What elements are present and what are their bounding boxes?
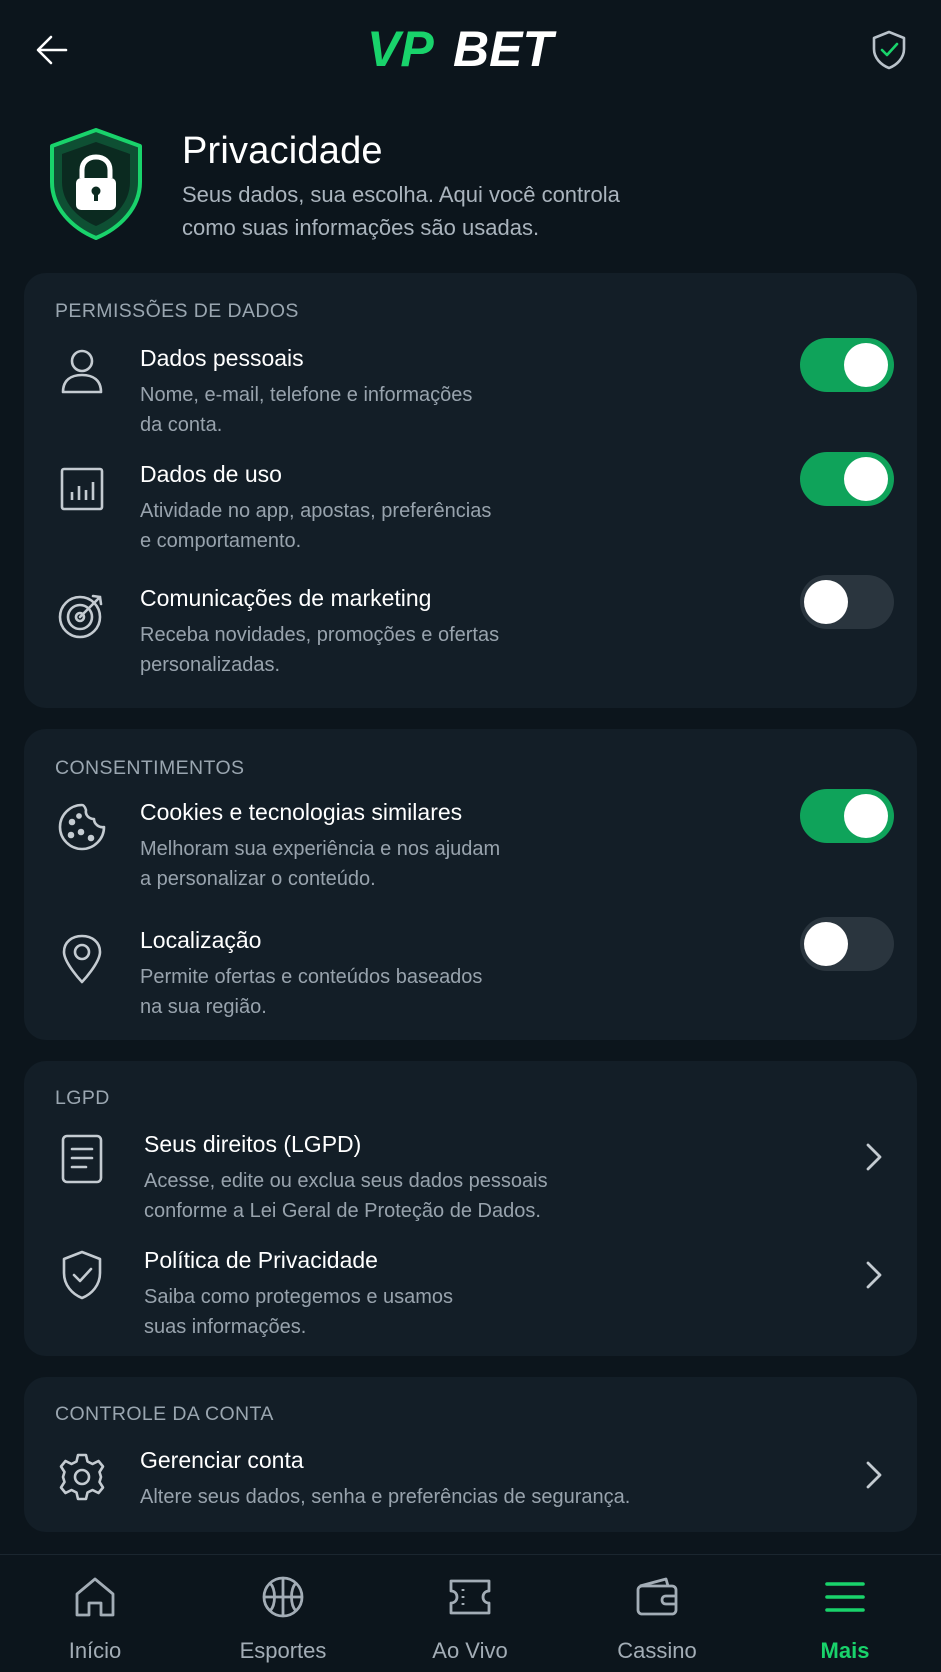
cookies-toggle[interactable] [800, 789, 894, 843]
page-title: Privacidade [182, 130, 383, 172]
consents-card: CONSENTIMENTOS Cookies e tecnologias sim… [24, 729, 917, 1040]
basketball-icon [259, 1573, 307, 1621]
document-icon [54, 1131, 110, 1187]
cookie-icon [54, 799, 110, 855]
ticket-icon [446, 1573, 494, 1621]
target-icon [54, 587, 110, 643]
wallet-icon [633, 1573, 681, 1621]
gear-icon [54, 1449, 110, 1505]
security-button[interactable] [865, 24, 913, 76]
manage-account-row[interactable]: Gerenciar conta Altere seus dados, senha… [24, 1447, 917, 1527]
data-permissions-card: PERMISSÕES DE DADOS Dados pessoais Nome,… [24, 273, 917, 708]
account-control-card: CONTROLE DA CONTA Gerenciar conta Altere… [24, 1377, 917, 1532]
home-icon [71, 1573, 119, 1621]
page-subtitle: Seus dados, sua escolha. Aqui você contr… [182, 182, 620, 240]
svg-text:BET: BET [453, 22, 557, 74]
nav-item-cassino[interactable]: Cassino [577, 1555, 737, 1672]
bottom-navigation: Início Esportes Ao Vivo Cassino Mais [0, 1554, 941, 1672]
vpbet-logo: VP BET [367, 22, 557, 74]
chevron-right-icon[interactable] [860, 1455, 888, 1495]
nav-item-ao-vivo[interactable]: Ao Vivo [390, 1555, 550, 1672]
toggle-knob [844, 794, 888, 838]
privacy-policy-row[interactable]: Política de Privacidade Saiba como prote… [24, 1247, 917, 1357]
permission-row-usage-data: Dados de uso Atividade no app, apostas, … [24, 452, 917, 571]
toggle-knob [804, 922, 848, 966]
nav-item-inicio[interactable]: Início [15, 1555, 175, 1672]
top-bar: VP BET [0, 0, 941, 100]
privacy-screen: VP BET Privacidade Seus dados, sua escol… [0, 0, 941, 1672]
user-icon [54, 343, 110, 399]
svg-text:VP: VP [367, 22, 434, 74]
arrow-left-icon [36, 35, 68, 65]
consent-row-location: Localização Permite ofertas e conteúdos … [24, 917, 917, 1037]
nav-item-esportes[interactable]: Esportes [203, 1555, 363, 1672]
location-toggle[interactable] [800, 917, 894, 971]
section-label: CONSENTIMENTOS [55, 757, 245, 779]
nav-item-mais[interactable]: Mais [765, 1555, 925, 1672]
section-label: PERMISSÕES DE DADOS [55, 300, 299, 322]
personal-data-toggle[interactable] [800, 338, 894, 392]
chevron-right-icon[interactable] [860, 1137, 888, 1177]
lgpd-card: LGPD Seus direitos (LGPD) Acesse, edite … [24, 1061, 917, 1356]
section-label: CONTROLE DA CONTA [55, 1403, 274, 1425]
privacy-shield-lock-icon [50, 128, 142, 240]
section-label: LGPD [55, 1087, 110, 1109]
menu-icon [821, 1573, 869, 1621]
location-pin-icon [54, 931, 110, 987]
shield-check-icon [872, 30, 906, 70]
lgpd-rights-row[interactable]: Seus direitos (LGPD) Acesse, edite ou ex… [24, 1131, 917, 1241]
marketing-toggle[interactable] [800, 575, 894, 629]
permission-row-personal-data: Dados pessoais Nome, e-mail, telefone e … [24, 338, 917, 453]
toggle-knob [804, 580, 848, 624]
bar-chart-icon [54, 461, 110, 517]
back-button[interactable] [28, 26, 76, 74]
consent-row-cookies: Cookies e tecnologias similares Melhoram… [24, 789, 917, 909]
usage-data-toggle[interactable] [800, 452, 894, 506]
toggle-knob [844, 343, 888, 387]
chevron-right-icon[interactable] [860, 1255, 888, 1295]
permission-row-marketing: Comunicações de marketing Receba novidad… [24, 575, 917, 695]
toggle-knob [844, 457, 888, 501]
shield-check-icon [54, 1247, 110, 1303]
